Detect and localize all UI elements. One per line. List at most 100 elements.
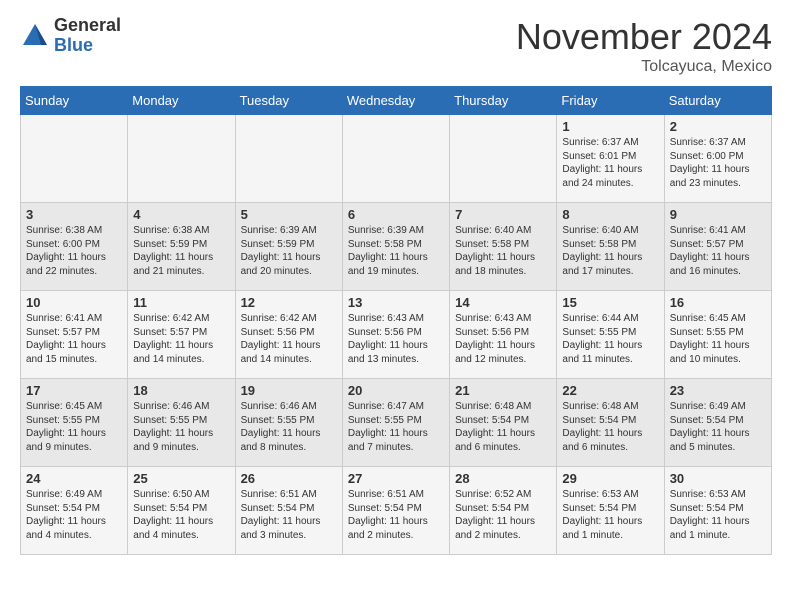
day-info: Sunrise: 6:41 AM Sunset: 5:57 PM Dayligh…	[670, 224, 766, 278]
calendar-cell: 28Sunrise: 6:52 AM Sunset: 5:54 PM Dayli…	[450, 467, 557, 555]
day-number: 28	[455, 471, 551, 486]
day-of-week-header: Sunday	[21, 87, 128, 115]
day-number: 16	[670, 295, 766, 310]
day-number: 8	[562, 207, 658, 222]
calendar-cell: 14Sunrise: 6:43 AM Sunset: 5:56 PM Dayli…	[450, 291, 557, 379]
day-info: Sunrise: 6:43 AM Sunset: 5:56 PM Dayligh…	[348, 312, 444, 366]
calendar-cell: 9 Sunrise: 6:41 AM Sunset: 5:57 PM Daylig…	[664, 203, 771, 291]
day-info: Sunrise: 6:38 AM Sunset: 5:59 PM Dayligh…	[133, 224, 229, 278]
day-info: Sunrise: 6:45 AM Sunset: 5:55 PM Dayligh…	[670, 312, 766, 366]
logo-icon	[20, 21, 50, 51]
calendar-cell: 26 Sunrise: 6:51 AM Sunset: 5:54 PM Dayli…	[235, 467, 342, 555]
day-info: Sunrise: 6:39 AM Sunset: 5:58 PM Dayligh…	[348, 224, 444, 278]
calendar-cell: 18 Sunrise: 6:46 AM Sunset: 5:55 PM Dayli…	[128, 379, 235, 467]
calendar-cell: 20 Sunrise: 6:47 AM Sunset: 5:55 PM Dayli…	[342, 379, 449, 467]
day-info: Sunrise: 6:39 AM Sunset: 5:59 PM Dayligh…	[241, 224, 337, 278]
day-number: 4	[133, 207, 229, 222]
day-info: Sunrise: 6:50 AM Sunset: 5:54 PM Dayligh…	[133, 488, 229, 542]
calendar-cell: 11Sunrise: 6:42 AM Sunset: 5:57 PM Dayli…	[128, 291, 235, 379]
logo-blue-text: Blue	[54, 36, 121, 56]
day-number: 7	[455, 207, 551, 222]
calendar-cell: 12 Sunrise: 6:42 AM Sunset: 5:56 PM Dayli…	[235, 291, 342, 379]
day-of-week-header: Wednesday	[342, 87, 449, 115]
calendar-cell	[342, 115, 449, 203]
day-info: Sunrise: 6:48 AM Sunset: 5:54 PM Dayligh…	[562, 400, 658, 454]
day-number: 15	[562, 295, 658, 310]
day-info: Sunrise: 6:49 AM Sunset: 5:54 PM Dayligh…	[26, 488, 122, 542]
logo: General Blue	[20, 16, 121, 56]
day-of-week-header: Thursday	[450, 87, 557, 115]
day-number: 21	[455, 383, 551, 398]
day-number: 1	[562, 119, 658, 134]
day-number: 22	[562, 383, 658, 398]
calendar-cell: 15 Sunrise: 6:44 AM Sunset: 5:55 PM Dayli…	[557, 291, 664, 379]
calendar-week-row: 17 Sunrise: 6:45 AM Sunset: 5:55 PM Dayli…	[21, 379, 772, 467]
day-number: 20	[348, 383, 444, 398]
day-info: Sunrise: 6:40 AM Sunset: 5:58 PM Dayligh…	[455, 224, 551, 278]
day-info: Sunrise: 6:51 AM Sunset: 5:54 PM Dayligh…	[241, 488, 337, 542]
calendar-cell	[235, 115, 342, 203]
day-info: Sunrise: 6:49 AM Sunset: 5:54 PM Dayligh…	[670, 400, 766, 454]
calendar-cell: 8 Sunrise: 6:40 AM Sunset: 5:58 PM Daylig…	[557, 203, 664, 291]
day-info: Sunrise: 6:47 AM Sunset: 5:55 PM Dayligh…	[348, 400, 444, 454]
calendar-cell: 19 Sunrise: 6:46 AM Sunset: 5:55 PM Dayli…	[235, 379, 342, 467]
day-number: 29	[562, 471, 658, 486]
day-info: Sunrise: 6:46 AM Sunset: 5:55 PM Dayligh…	[241, 400, 337, 454]
day-number: 10	[26, 295, 122, 310]
day-number: 24	[26, 471, 122, 486]
day-number: 25	[133, 471, 229, 486]
day-number: 3	[26, 207, 122, 222]
day-of-week-header: Tuesday	[235, 87, 342, 115]
day-info: Sunrise: 6:45 AM Sunset: 5:55 PM Dayligh…	[26, 400, 122, 454]
calendar-cell: 3 Sunrise: 6:38 AM Sunset: 6:00 PM Daylig…	[21, 203, 128, 291]
calendar-cell: 27 Sunrise: 6:51 AM Sunset: 5:54 PM Dayli…	[342, 467, 449, 555]
day-number: 27	[348, 471, 444, 486]
title-area: November 2024 Tolcayuca, Mexico	[516, 16, 772, 76]
calendar-table: SundayMondayTuesdayWednesdayThursdayFrid…	[20, 86, 772, 555]
calendar-cell: 23 Sunrise: 6:49 AM Sunset: 5:54 PM Dayli…	[664, 379, 771, 467]
day-of-week-header: Saturday	[664, 87, 771, 115]
day-number: 9	[670, 207, 766, 222]
day-info: Sunrise: 6:51 AM Sunset: 5:54 PM Dayligh…	[348, 488, 444, 542]
calendar-cell: 2Sunrise: 6:37 AM Sunset: 6:00 PM Daylig…	[664, 115, 771, 203]
calendar-cell: 17 Sunrise: 6:45 AM Sunset: 5:55 PM Dayli…	[21, 379, 128, 467]
calendar-header-row: SundayMondayTuesdayWednesdayThursdayFrid…	[21, 87, 772, 115]
day-number: 23	[670, 383, 766, 398]
calendar-cell: 1 Sunrise: 6:37 AM Sunset: 6:01 PM Daylig…	[557, 115, 664, 203]
day-info: Sunrise: 6:48 AM Sunset: 5:54 PM Dayligh…	[455, 400, 551, 454]
calendar-cell: 24 Sunrise: 6:49 AM Sunset: 5:54 PM Dayli…	[21, 467, 128, 555]
day-info: Sunrise: 6:38 AM Sunset: 6:00 PM Dayligh…	[26, 224, 122, 278]
day-number: 30	[670, 471, 766, 486]
day-info: Sunrise: 6:44 AM Sunset: 5:55 PM Dayligh…	[562, 312, 658, 366]
page-header: General Blue November 2024 Tolcayuca, Me…	[20, 16, 772, 76]
calendar-cell: 16 Sunrise: 6:45 AM Sunset: 5:55 PM Dayli…	[664, 291, 771, 379]
logo-general-text: General	[54, 16, 121, 36]
calendar-cell: 7 Sunrise: 6:40 AM Sunset: 5:58 PM Daylig…	[450, 203, 557, 291]
day-info: Sunrise: 6:46 AM Sunset: 5:55 PM Dayligh…	[133, 400, 229, 454]
day-info: Sunrise: 6:42 AM Sunset: 5:57 PM Dayligh…	[133, 312, 229, 366]
day-number: 19	[241, 383, 337, 398]
calendar-cell: 21 Sunrise: 6:48 AM Sunset: 5:54 PM Dayli…	[450, 379, 557, 467]
calendar-cell: 4 Sunrise: 6:38 AM Sunset: 5:59 PM Daylig…	[128, 203, 235, 291]
day-number: 26	[241, 471, 337, 486]
calendar-cell: 5 Sunrise: 6:39 AM Sunset: 5:59 PM Daylig…	[235, 203, 342, 291]
day-info: Sunrise: 6:42 AM Sunset: 5:56 PM Dayligh…	[241, 312, 337, 366]
day-of-week-header: Monday	[128, 87, 235, 115]
day-of-week-header: Friday	[557, 87, 664, 115]
day-number: 13	[348, 295, 444, 310]
calendar-week-row: 10Sunrise: 6:41 AM Sunset: 5:57 PM Dayli…	[21, 291, 772, 379]
calendar-cell	[128, 115, 235, 203]
calendar-cell: 25 Sunrise: 6:50 AM Sunset: 5:54 PM Dayli…	[128, 467, 235, 555]
day-info: Sunrise: 6:40 AM Sunset: 5:58 PM Dayligh…	[562, 224, 658, 278]
calendar-cell	[450, 115, 557, 203]
calendar-cell: 10Sunrise: 6:41 AM Sunset: 5:57 PM Dayli…	[21, 291, 128, 379]
calendar-cell: 22 Sunrise: 6:48 AM Sunset: 5:54 PM Dayli…	[557, 379, 664, 467]
day-info: Sunrise: 6:37 AM Sunset: 6:01 PM Dayligh…	[562, 136, 658, 190]
day-number: 17	[26, 383, 122, 398]
calendar-week-row: 24 Sunrise: 6:49 AM Sunset: 5:54 PM Dayli…	[21, 467, 772, 555]
day-number: 12	[241, 295, 337, 310]
day-number: 18	[133, 383, 229, 398]
calendar-cell: 6Sunrise: 6:39 AM Sunset: 5:58 PM Daylig…	[342, 203, 449, 291]
day-info: Sunrise: 6:53 AM Sunset: 5:54 PM Dayligh…	[670, 488, 766, 542]
day-number: 5	[241, 207, 337, 222]
